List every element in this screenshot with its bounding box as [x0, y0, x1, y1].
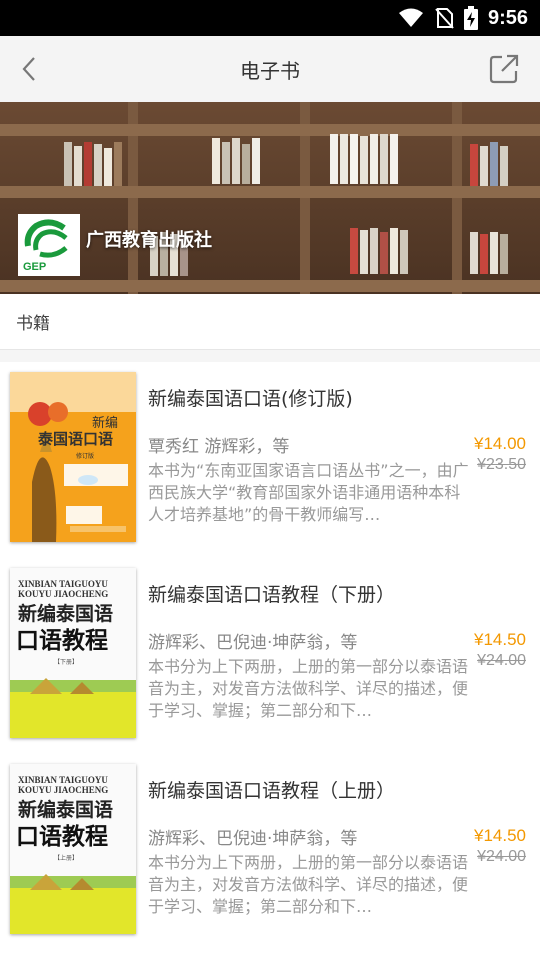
- svg-text:修订版: 修订版: [76, 452, 94, 460]
- book-cover-art: 新编 泰国语口语 修订版: [10, 372, 136, 542]
- book-cover-art: XINBIAN TAIGUOYU KOUYU JIAOCHENG 新编泰国语 口…: [10, 568, 136, 738]
- divider: [0, 350, 540, 362]
- nav-bar: 电子书: [0, 36, 540, 102]
- battery-charging-icon: [463, 6, 478, 30]
- svg-text:口语教程: 口语教程: [16, 823, 108, 850]
- svg-text:【上册】: 【上册】: [54, 854, 78, 862]
- book-title: 新编泰国语口语教程（上册）: [148, 780, 396, 802]
- svg-text:KOUYU JIAOCHENG: KOUYU JIAOCHENG: [18, 785, 108, 795]
- svg-text:XINBIAN TAIGUOYU: XINBIAN TAIGUOYU: [18, 579, 108, 589]
- shelf-plank: [0, 124, 540, 136]
- books-decoration: [350, 228, 408, 274]
- book-cover[interactable]: XINBIAN TAIGUOYU KOUYU JIAOCHENG 新编泰国语 口…: [10, 568, 136, 738]
- book-list: 新编 泰国语口语 修订版 新编泰国语口语(修订版) 覃秀红 游辉彩，等 ¥14.…: [0, 362, 540, 950]
- share-external-icon[interactable]: [488, 53, 520, 85]
- publisher-banner: GEP 广西教育出版社: [0, 102, 540, 294]
- books-decoration: [470, 142, 508, 186]
- section-title-label: 书籍: [16, 314, 50, 334]
- shelf-plank: [0, 186, 540, 198]
- svg-text:新编: 新编: [92, 415, 118, 431]
- book-title: 新编泰国语口语(修订版): [148, 388, 353, 410]
- chevron-left-icon[interactable]: [16, 54, 46, 84]
- book-original-price: ¥24.00: [477, 848, 526, 865]
- book-description: 本书分为上下两册，上册的第一部分以泰语语音为主，对发音方法做科学、详尽的描述，便…: [148, 657, 469, 720]
- book-original-price: ¥24.00: [477, 652, 526, 669]
- books-decoration: [470, 232, 508, 274]
- svg-text:【下册】: 【下册】: [54, 659, 78, 666]
- books-decoration: [64, 142, 122, 186]
- book-price: ¥14.50: [474, 826, 526, 845]
- no-sim-icon: [435, 8, 454, 29]
- svg-text:口语教程: 口语教程: [16, 627, 108, 654]
- svg-text:GEP: GEP: [23, 261, 46, 273]
- status-bar: 9:56: [0, 0, 540, 36]
- book-title: 新编泰国语口语教程（下册）: [148, 584, 396, 606]
- book-cover[interactable]: XINBIAN TAIGUOYU KOUYU JIAOCHENG 新编泰国语 口…: [10, 764, 136, 934]
- svg-text:新编泰国语: 新编泰国语: [18, 602, 113, 625]
- svg-text:新编泰国语: 新编泰国语: [18, 798, 113, 821]
- book-author: 游辉彩、巴倪迪·坤萨翁，等: [148, 829, 358, 849]
- wifi-icon: [398, 8, 423, 27]
- svg-text:KOUYU JIAOCHENG: KOUYU JIAOCHENG: [18, 589, 108, 599]
- book-author: 覃秀红 游辉彩，等: [148, 437, 290, 457]
- list-item[interactable]: XINBIAN TAIGUOYU KOUYU JIAOCHENG 新编泰国语 口…: [0, 558, 540, 754]
- svg-text:泰国语口语: 泰国语口语: [37, 430, 113, 448]
- svg-text:XINBIAN TAIGUOYU: XINBIAN TAIGUOYU: [18, 775, 108, 785]
- list-item[interactable]: XINBIAN TAIGUOYU KOUYU JIAOCHENG 新编泰国语 口…: [0, 754, 540, 950]
- book-cover[interactable]: 新编 泰国语口语 修订版: [10, 372, 136, 542]
- books-decoration: [212, 138, 260, 184]
- list-item[interactable]: 新编 泰国语口语 修订版 新编泰国语口语(修订版) 覃秀红 游辉彩，等 ¥14.…: [0, 362, 540, 558]
- book-description: 本书为“东南亚国家语言口语丛书”之一，由广西民族大学“教育部国家外语非通用语种本…: [148, 461, 469, 524]
- book-author: 游辉彩、巴倪迪·坤萨翁，等: [148, 633, 358, 653]
- status-time: 9:56: [487, 6, 528, 29]
- publisher-name: 广西教育出版社: [86, 230, 212, 251]
- publisher-logo: GEP: [18, 214, 80, 276]
- page-title: 电子书: [240, 58, 300, 83]
- shelf-plank: [0, 280, 540, 292]
- book-original-price: ¥23.50: [477, 456, 526, 473]
- section-title: 书籍: [0, 294, 540, 350]
- gep-logo-icon: GEP: [23, 219, 68, 273]
- book-price: ¥14.50: [474, 630, 526, 649]
- book-cover-art: XINBIAN TAIGUOYU KOUYU JIAOCHENG 新编泰国语 口…: [10, 764, 136, 934]
- book-price: ¥14.00: [474, 434, 526, 453]
- book-description: 本书分为上下两册，上册的第一部分以泰语语音为主，对发音方法做科学、详尽的描述，便…: [148, 853, 469, 916]
- books-decoration: [330, 134, 398, 184]
